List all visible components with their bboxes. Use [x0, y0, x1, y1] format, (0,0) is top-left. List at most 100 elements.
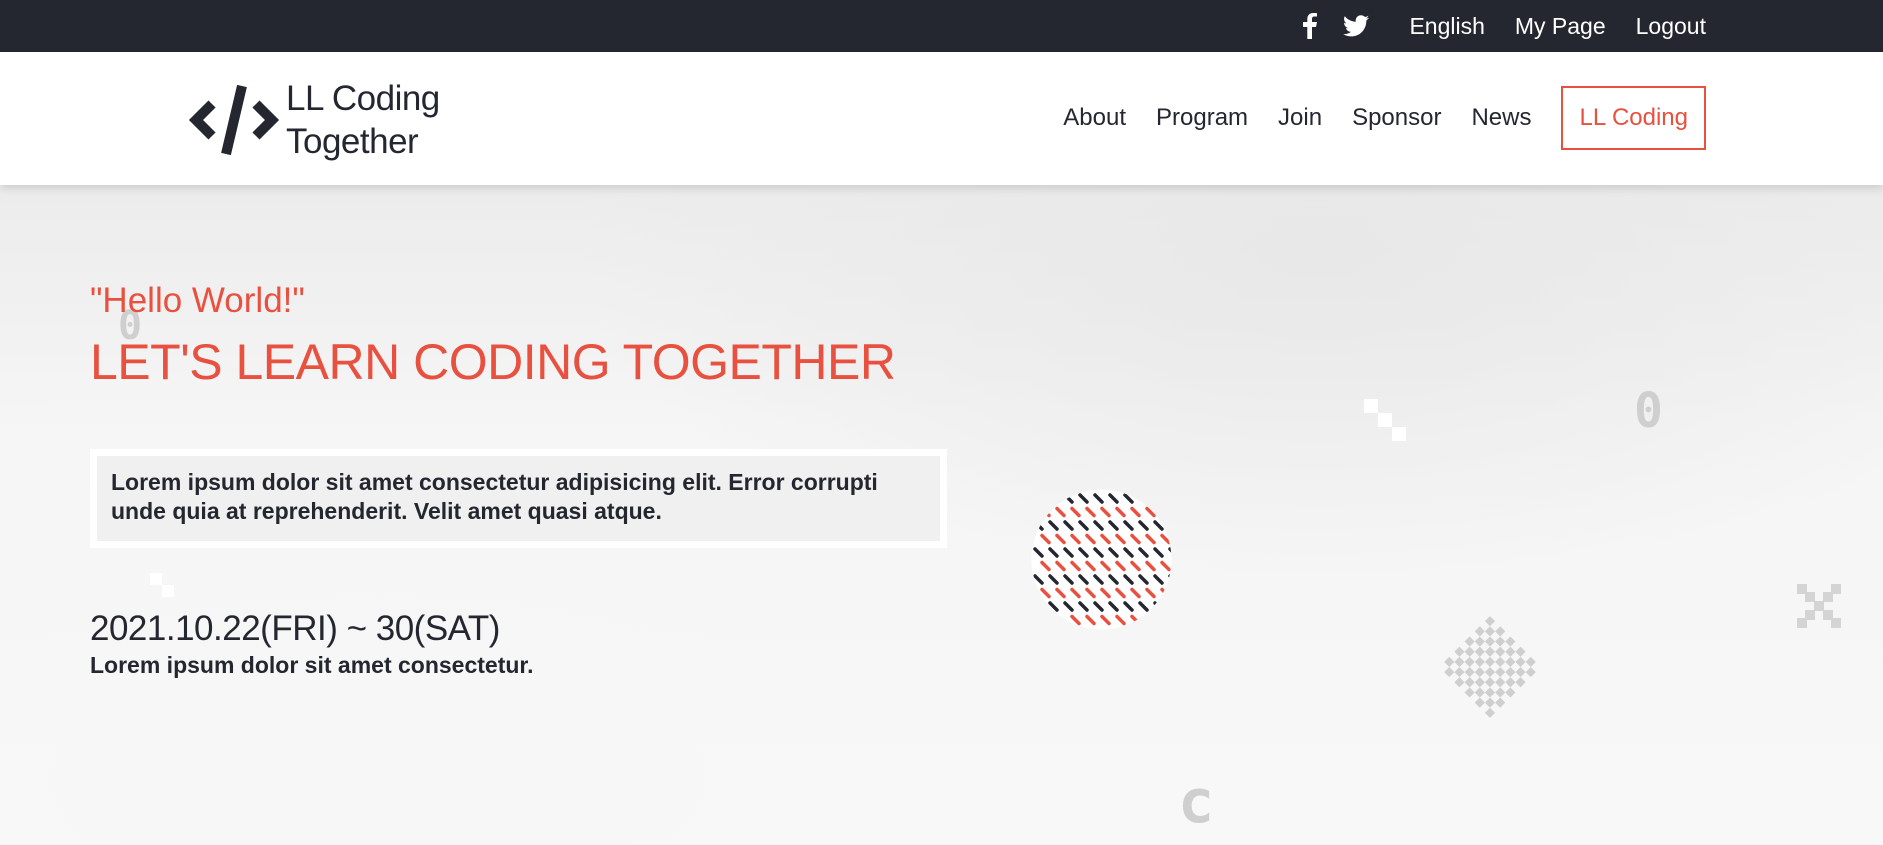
- diamond-cell: [1484, 697, 1496, 708]
- pattern-dash: [1033, 520, 1044, 531]
- diamond-cell: [1474, 626, 1485, 637]
- brand-line-2: Together: [286, 122, 419, 161]
- diamond-cell: [1484, 666, 1496, 678]
- pattern-dash: [1168, 493, 1172, 504]
- diamond-cell: [1515, 666, 1526, 678]
- pattern-circle-icon: [1031, 489, 1172, 630]
- diamond-cell: [1484, 636, 1496, 647]
- brand-line-1: LL Coding: [286, 79, 440, 118]
- diamond-cell: [1464, 646, 1475, 657]
- event-subtext: Lorem ipsum dolor sit amet consectetur.: [90, 652, 534, 678]
- diamond-cell: [1495, 677, 1506, 688]
- social-links: [1303, 13, 1370, 39]
- diamond-cell: [1454, 677, 1465, 688]
- diamond-cell: [1454, 656, 1465, 668]
- diamond-cell: [1464, 656, 1475, 667]
- diamond-cell: [1474, 646, 1485, 657]
- diamond-cell: [1495, 626, 1506, 637]
- diamond-cell: [1505, 636, 1516, 647]
- code-brackets-icon: [188, 84, 280, 156]
- diamond-cell: [1474, 656, 1485, 667]
- event-date: 2021.10.22(FRI) ~ 30(SAT): [90, 609, 500, 648]
- diamond-cell: [1495, 646, 1506, 657]
- diamond-cell: [1495, 656, 1506, 667]
- diamond-cell: [1525, 656, 1536, 667]
- nav-item-join[interactable]: Join: [1278, 104, 1322, 132]
- diamond-cell: [1505, 656, 1516, 667]
- ll-coding-button[interactable]: LL Coding: [1561, 86, 1706, 150]
- utility-links: English My Page Logout: [1303, 0, 1706, 52]
- diamond-cell: [1505, 666, 1516, 678]
- logout-link[interactable]: Logout: [1636, 13, 1706, 40]
- decor-c-glyph: c: [1178, 767, 1215, 837]
- diamond-cell: [1464, 677, 1475, 688]
- pattern-dash: [1160, 587, 1171, 599]
- pattern-dash: [1160, 506, 1171, 518]
- diamond-cell: [1484, 656, 1496, 667]
- diamond-cell: [1515, 646, 1526, 657]
- diamond-cell: [1515, 656, 1526, 668]
- pattern-dash: [1153, 601, 1164, 612]
- hero-headline: LET'S LEARN CODING TOGETHER: [90, 334, 896, 390]
- pattern-dash: [1145, 614, 1156, 626]
- pattern-dash: [1168, 601, 1172, 612]
- diamond-cell: [1444, 667, 1455, 678]
- x-mark-icon: [1797, 584, 1841, 628]
- pattern-dash: [1153, 493, 1164, 504]
- diamond-cell: [1484, 707, 1496, 718]
- diamond-cell: [1515, 677, 1526, 688]
- diamond-cell: [1484, 646, 1496, 657]
- decor-zero-glyph: 0: [1634, 383, 1663, 439]
- top-utility-bar: English My Page Logout: [0, 0, 1883, 52]
- diamond-cell: [1474, 666, 1485, 678]
- pattern-dash: [1033, 601, 1044, 612]
- site-header: LL Coding Together About Program Join Sp…: [0, 52, 1883, 185]
- nav-item-about[interactable]: About: [1063, 104, 1126, 132]
- diamond-cell: [1495, 666, 1506, 678]
- diamond-cell: [1474, 636, 1485, 647]
- decor-squares: [150, 573, 174, 597]
- twitter-icon[interactable]: [1343, 15, 1370, 37]
- diamond-cell: [1444, 656, 1455, 667]
- hero-section: 0 0 c "Hello World!" LET'S LEARN CODING …: [0, 185, 1883, 845]
- hero-greeting: "Hello World!": [90, 281, 305, 320]
- diamond-cell: [1495, 697, 1506, 708]
- diamond-cell: [1505, 687, 1516, 698]
- diamond-cell: [1525, 667, 1536, 678]
- diamond-cell: [1464, 666, 1475, 678]
- pattern-dash: [1040, 506, 1051, 518]
- diamond-cell: [1484, 616, 1496, 627]
- diamond-cell: [1454, 646, 1465, 657]
- pattern-dash: [1040, 614, 1051, 626]
- diamond-cell: [1474, 677, 1485, 688]
- diamond-cell: [1474, 687, 1485, 698]
- pattern-dash: [1160, 614, 1171, 626]
- nav-item-sponsor[interactable]: Sponsor: [1352, 104, 1441, 132]
- diamond-cell: [1495, 636, 1506, 647]
- site-logo[interactable]: LL Coding Together: [188, 77, 440, 163]
- pattern-dash: [1048, 493, 1059, 504]
- diamond-cell: [1454, 666, 1465, 678]
- brand-name: LL Coding Together: [286, 77, 440, 163]
- nav-item-news[interactable]: News: [1471, 104, 1531, 132]
- diamond-cell: [1464, 687, 1475, 698]
- my-page-link[interactable]: My Page: [1515, 13, 1606, 40]
- language-link[interactable]: English: [1409, 13, 1484, 40]
- checker-diamond-icon: [1444, 616, 1536, 718]
- pattern-dash: [1033, 493, 1044, 504]
- diamond-cell: [1495, 687, 1506, 698]
- diamond-cell: [1484, 687, 1496, 698]
- diamond-cell: [1505, 677, 1516, 688]
- diamond-cell: [1484, 677, 1496, 688]
- diamond-cell: [1464, 636, 1475, 647]
- pattern-dash: [1138, 493, 1149, 504]
- facebook-icon[interactable]: [1303, 13, 1318, 39]
- decor-squares: [1364, 399, 1406, 441]
- diamond-cell: [1484, 626, 1496, 637]
- main-nav: About Program Join Sponsor News LL Codin…: [1063, 86, 1706, 150]
- hero-description: Lorem ipsum dolor sit amet consectetur a…: [90, 449, 947, 548]
- pattern-dash: [1168, 520, 1172, 531]
- nav-item-program[interactable]: Program: [1156, 104, 1248, 132]
- pattern-dash: [1168, 574, 1172, 585]
- diamond-cell: [1474, 697, 1485, 708]
